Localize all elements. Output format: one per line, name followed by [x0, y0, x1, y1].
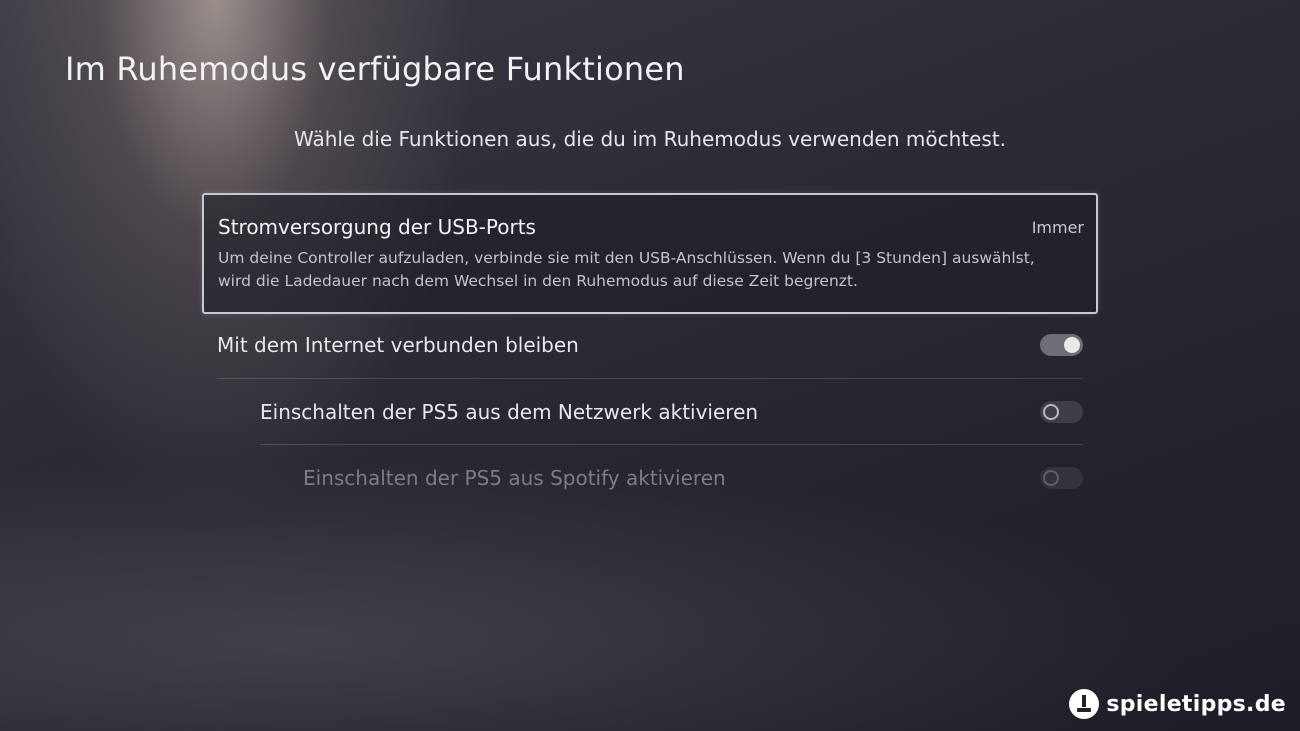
toggle-knob [1043, 470, 1059, 486]
watermark-text: spieletipps.de [1106, 691, 1286, 717]
setting-label-stay-connected: Mit dem Internet verbunden bleiben [217, 333, 579, 357]
usb-power-title: Stromversorgung der USB-Ports [218, 215, 536, 239]
setting-row-network-wake[interactable]: Einschalten der PS5 aus dem Netzwerk akt… [260, 379, 1083, 445]
spieletipps-logo-icon [1069, 689, 1100, 719]
usb-power-setting[interactable]: Stromversorgung der USB-Ports Immer Um d… [202, 193, 1098, 314]
setting-label-spotify-wake: Einschalten der PS5 aus Spotify aktivier… [303, 466, 726, 490]
usb-power-value: Immer [1031, 218, 1084, 237]
toggle-knob [1064, 337, 1080, 353]
toggle-network-wake[interactable] [1040, 401, 1083, 423]
toggle-spotify-wake [1040, 467, 1083, 489]
watermark: spieletipps.de [1069, 689, 1286, 719]
setting-row-stay-connected[interactable]: Mit dem Internet verbunden bleiben [217, 312, 1083, 378]
toggle-knob [1043, 404, 1059, 420]
page-title: Im Ruhemodus verfügbare Funktionen [65, 50, 685, 88]
setting-row-spotify-wake: Einschalten der PS5 aus Spotify aktivier… [303, 445, 1083, 511]
page-subtitle: Wähle die Funktionen aus, die du im Ruhe… [293, 127, 1007, 151]
usb-power-description: Um deine Controller aufzuladen, verbinde… [218, 249, 1035, 290]
toggle-stay-connected[interactable] [1040, 334, 1083, 356]
setting-label-network-wake: Einschalten der PS5 aus dem Netzwerk akt… [260, 400, 759, 424]
